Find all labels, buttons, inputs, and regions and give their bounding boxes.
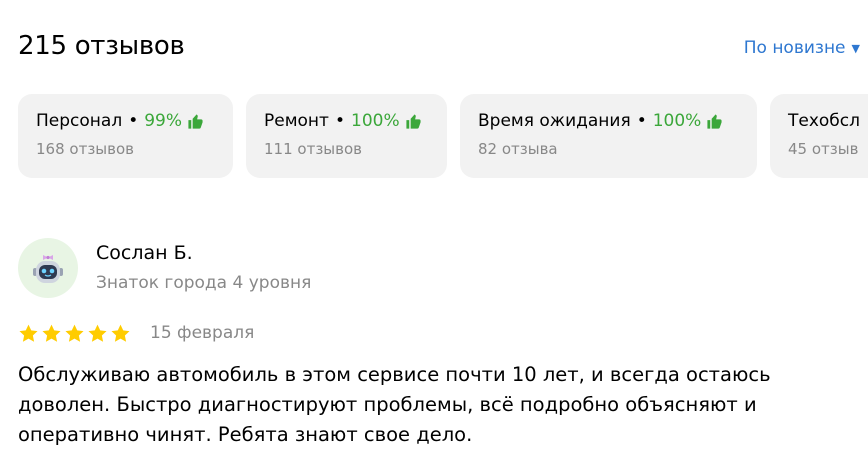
rating-stars	[18, 323, 131, 344]
avatar[interactable]	[18, 238, 78, 298]
author-level: Знаток города 4 уровня	[96, 273, 312, 293]
aspect-name: Техобсл	[788, 111, 861, 131]
aspect-chip-title: Время ожидания • 100%	[478, 110, 739, 132]
star-icon	[19, 324, 38, 342]
sort-label: По новизне	[743, 38, 846, 58]
aspect-name: Ремонт	[264, 111, 329, 131]
aspect-chip-personnel[interactable]: Персонал • 99% 168 отзывов	[18, 94, 233, 178]
separator-dot: •	[636, 111, 647, 131]
thumbs-up-icon	[188, 113, 203, 129]
reviews-header: 215 отзывов По новизне ▼	[18, 31, 860, 67]
aspect-reviews-count: 111 отзывов	[264, 140, 362, 158]
star-icon	[65, 324, 84, 342]
aspect-chip-title: Техобсл	[788, 110, 868, 132]
aspect-chip-title: Ремонт • 100%	[264, 110, 429, 132]
reviews-count-title: 215 отзывов	[18, 31, 185, 61]
reviews-panel: 215 отзывов По новизне ▼ Персонал • 99% …	[0, 0, 868, 468]
caret-down-icon: ▼	[851, 41, 860, 55]
aspect-name: Время ожидания	[478, 111, 631, 131]
aspect-percent: 99%	[144, 111, 183, 131]
review-text: Обслуживаю автомобиль в этом сервисе поч…	[18, 363, 771, 446]
thumbs-up-icon	[707, 113, 722, 129]
aspect-chips: Персонал • 99% 168 отзывов Ремонт • 100%…	[18, 94, 868, 178]
aspect-chip-title: Персонал • 99%	[36, 110, 215, 132]
aspect-reviews-count: 82 отзыва	[478, 140, 558, 158]
aspect-chip-repair[interactable]: Ремонт • 100% 111 отзывов	[246, 94, 447, 178]
separator-dot: •	[128, 111, 139, 131]
robot-avatar-icon	[33, 255, 63, 283]
star-icon	[42, 324, 61, 342]
aspect-name: Персонал	[36, 111, 123, 131]
aspect-reviews-count: 45 отзыв	[788, 140, 859, 158]
separator-dot: •	[334, 111, 345, 131]
sort-dropdown[interactable]: По новизне ▼	[744, 38, 860, 58]
aspect-chip-waiting-time[interactable]: Время ожидания • 100% 82 отзыва	[460, 94, 757, 178]
star-icon	[88, 324, 107, 342]
aspect-percent: 100%	[652, 111, 702, 131]
aspect-chip-maintenance[interactable]: Техобсл 45 отзыв	[770, 94, 868, 178]
review-date: 15 февраля	[150, 323, 255, 343]
aspect-percent: 100%	[351, 111, 400, 131]
thumbs-up-icon	[406, 113, 421, 129]
author-name[interactable]: Сослан Б.	[96, 242, 193, 264]
star-icon	[111, 324, 130, 342]
aspect-reviews-count: 168 отзывов	[36, 140, 134, 158]
review-rating-row: 15 февраля	[18, 322, 254, 344]
